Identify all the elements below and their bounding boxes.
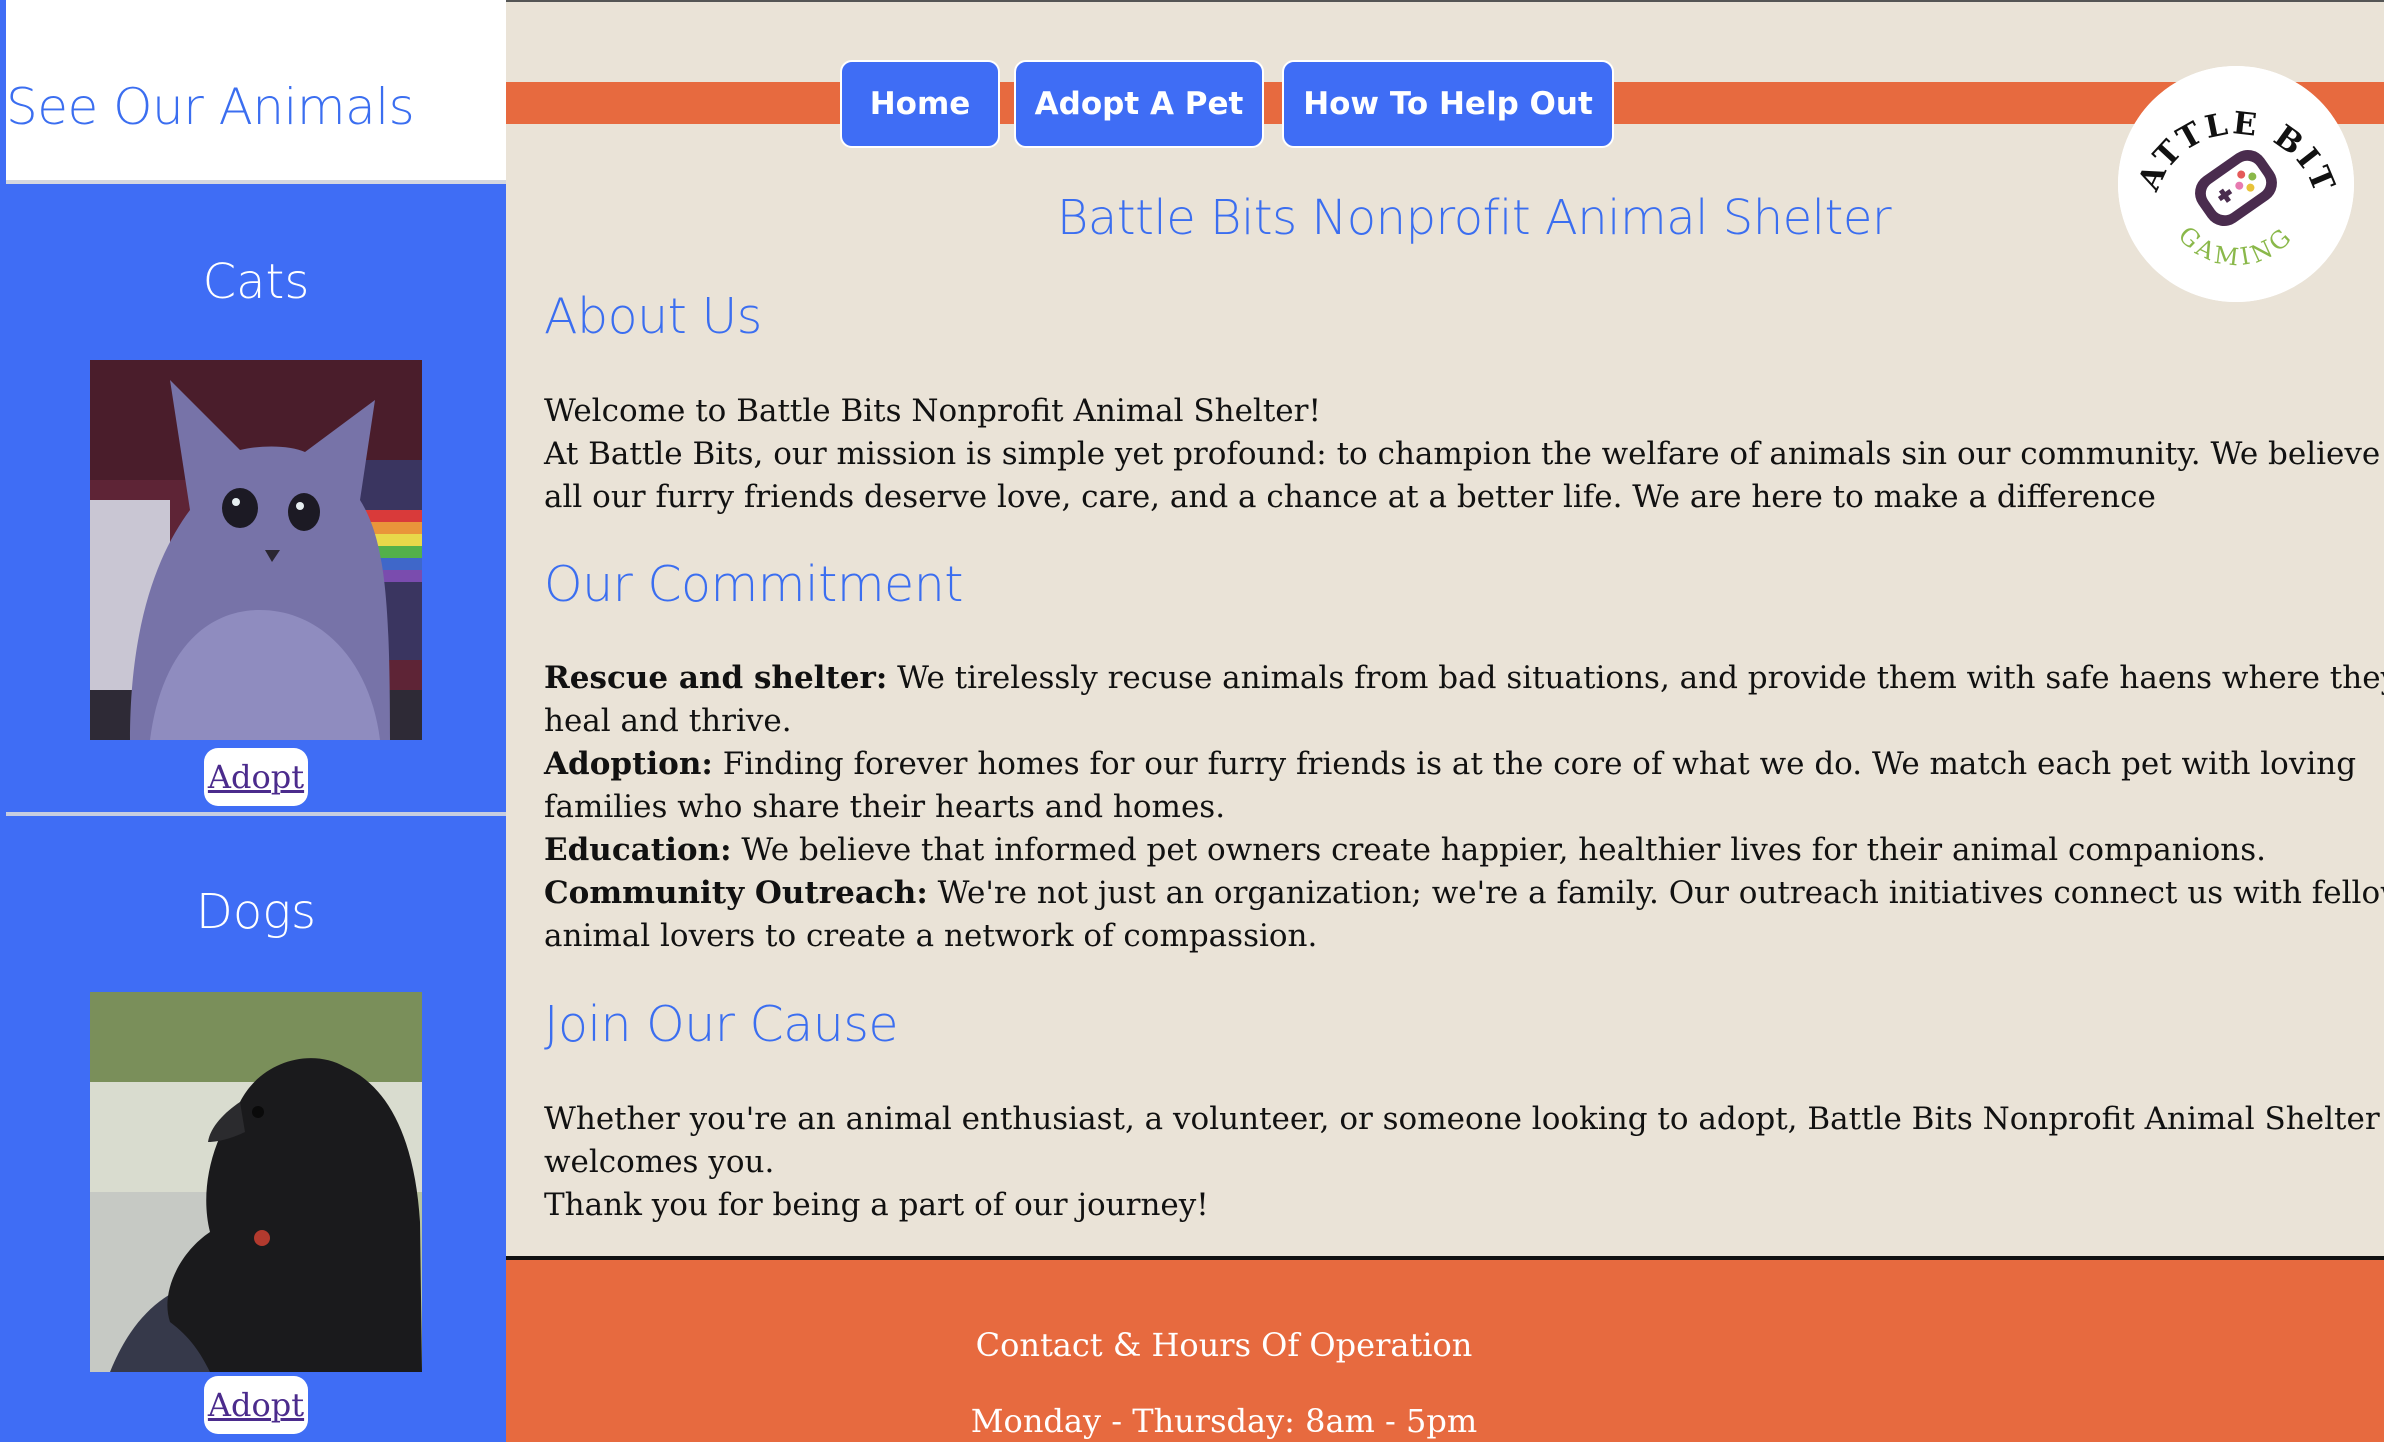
commitment-item-cont: heal and thrive. [544, 703, 792, 739]
nav-adopt-a-pet-button[interactable]: Adopt A Pet [1014, 60, 1264, 148]
commitment-item: Adoption: Finding forever homes for our … [544, 743, 2384, 786]
commitment-item-text: We're not just an organization; we're a … [927, 875, 2384, 911]
commitment-item: Education: We believe that informed pet … [544, 829, 2384, 872]
commitment-item-label: Education: [544, 832, 732, 868]
cat-photo [90, 360, 422, 740]
dog-photo [90, 992, 422, 1372]
page-title: Battle Bits Nonprofit Animal Shelter [1056, 190, 1892, 246]
section-heading-about: About Us [544, 288, 762, 345]
commitment-item-text: We tirelessly recuse animals from bad si… [887, 660, 2384, 696]
sidebar-header: See Our Animals [6, 0, 506, 182]
section-heading-join: Join Our Cause [544, 996, 899, 1053]
commitment-item-text: We believe that informed pet owners crea… [731, 832, 2267, 868]
commitment-item-text: Finding forever homes for our furry frie… [712, 746, 2357, 782]
commitment-item: Community Outreach: We're not just an or… [544, 872, 2384, 915]
animal-card-dogs: Dogs Adopt [6, 816, 506, 1442]
join-paragraph: Whether you're an animal enthusiast, a v… [544, 1098, 2384, 1227]
join-line-2: welcomes you. [544, 1144, 775, 1180]
main-content: Home Adopt A Pet How To Help Out BATTLE … [506, 0, 2384, 1442]
adopt-link-dogs[interactable]: Adopt [204, 1376, 308, 1434]
section-heading-commitment: Our Commitment [544, 556, 963, 613]
top-border [506, 0, 2384, 2]
nav-home-button[interactable]: Home [840, 60, 1000, 148]
card-title-dogs: Dogs [195, 884, 317, 940]
commitment-item-label: Community Outreach: [544, 875, 928, 911]
adopt-link-cats[interactable]: Adopt [204, 748, 308, 806]
about-line-2: At Battle Bits, our mission is simple ye… [544, 436, 2384, 472]
commitment-item-label: Rescue and shelter: [544, 660, 888, 696]
join-line-1: Whether you're an animal enthusiast, a v… [544, 1101, 2380, 1137]
about-paragraph: Welcome to Battle Bits Nonprofit Animal … [544, 390, 2384, 519]
footer-hours: Monday - Thursday: 8am - 5pm [970, 1402, 1478, 1440]
nav-how-to-help-out-button[interactable]: How To Help Out [1282, 60, 1614, 148]
sidebar: See Our Animals Cats Adopt Dogs Adopt [0, 0, 506, 1442]
commitment-list: Rescue and shelter: We tirelessly recuse… [544, 657, 2384, 958]
about-line-1: Welcome to Battle Bits Nonprofit Animal … [544, 393, 1321, 429]
footer: Contact & Hours Of Operation Monday - Th… [506, 1260, 2384, 1442]
sidebar-title: See Our Animals [6, 78, 415, 136]
commitment-item: Rescue and shelter: We tirelessly recuse… [544, 657, 2384, 700]
animal-card-cats: Cats Adopt [6, 184, 506, 812]
commitment-item-cont: animal lovers to create a network of com… [544, 918, 1318, 954]
commitment-item-label: Adoption: [544, 746, 713, 782]
footer-heading: Contact & Hours Of Operation [975, 1326, 1473, 1364]
commitment-item-cont: families who share their hearts and home… [544, 789, 1226, 825]
about-line-3: all our furry friends deserve love, care… [544, 479, 2156, 515]
battle-bits-logo: BATTLE BITS GAMING [2103, 38, 2354, 302]
join-line-3: Thank you for being a part of our journe… [544, 1187, 1209, 1223]
card-title-cats: Cats [202, 254, 310, 310]
